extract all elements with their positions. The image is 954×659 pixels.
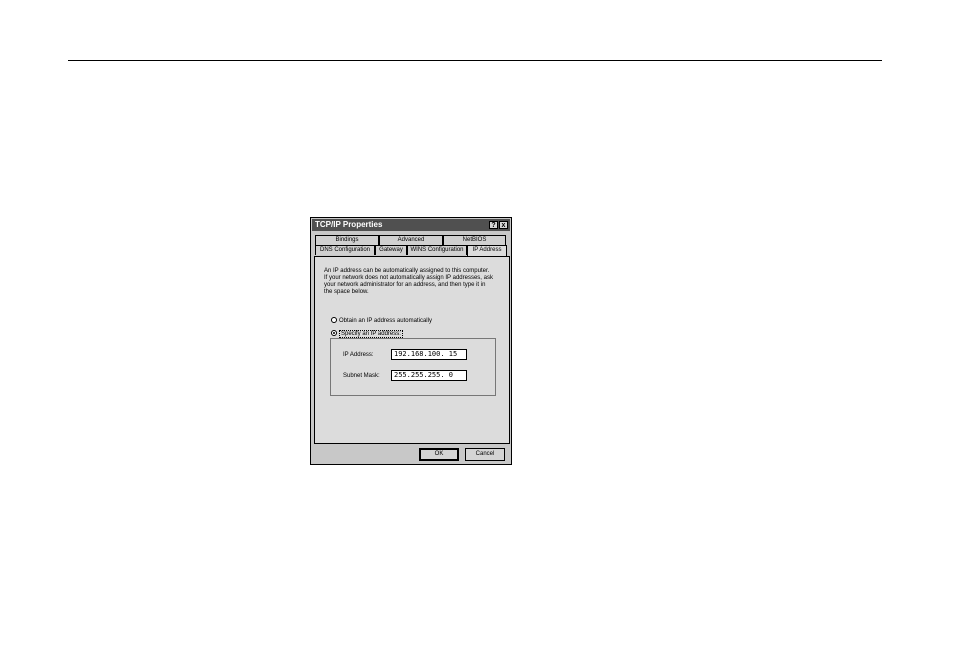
- radio-obtain[interactable]: [331, 317, 337, 324]
- tab-wins-configuration[interactable]: WINS Configuration: [407, 245, 467, 255]
- description-line: An IP address can be automatically assig…: [324, 268, 490, 274]
- specify-ip-option[interactable]: Specify an IP address:: [331, 330, 404, 338]
- tab-bindings[interactable]: Bindings: [315, 235, 379, 245]
- tab-netbios[interactable]: NetBIOS: [443, 235, 506, 245]
- help-button[interactable]: ?: [489, 221, 498, 229]
- tab-advanced[interactable]: Advanced: [379, 235, 443, 245]
- page-divider: [68, 60, 882, 61]
- subnet-mask-label: Subnet Mask:: [343, 373, 380, 379]
- description-line: the space below.: [324, 289, 369, 295]
- ip-address-group: [330, 338, 496, 396]
- subnet-mask-field[interactable]: 255.255.255. 0: [391, 370, 467, 381]
- window-title: TCP/IP Properties: [315, 220, 383, 229]
- tab-gateway[interactable]: Gateway: [375, 245, 407, 255]
- radio-specify[interactable]: [331, 330, 337, 337]
- description-line: If your network does not automatically a…: [324, 275, 493, 281]
- ok-button[interactable]: OK: [419, 448, 459, 461]
- description-text: An IP address can be automatically assig…: [324, 268, 510, 296]
- title-bar[interactable]: TCP/IP Properties ? x: [312, 219, 510, 231]
- specify-label: Specify an IP address:: [339, 330, 403, 338]
- obtain-label: Obtain an IP address automatically: [339, 318, 432, 324]
- ip-address-label: IP Address:: [343, 352, 374, 358]
- ip-address-field[interactable]: 192.168.100. 15: [391, 349, 467, 360]
- tab-dns-configuration[interactable]: DNS Configuration: [315, 245, 375, 255]
- tcpip-properties-dialog: TCP/IP Properties ? x Bindings Advanced …: [310, 217, 512, 465]
- cancel-button[interactable]: Cancel: [465, 448, 505, 461]
- description-line: your network administrator for an addres…: [324, 282, 486, 288]
- obtain-ip-option[interactable]: Obtain an IP address automatically: [331, 317, 432, 325]
- close-button[interactable]: x: [499, 221, 508, 229]
- tab-ip-address[interactable]: IP Address: [467, 245, 507, 256]
